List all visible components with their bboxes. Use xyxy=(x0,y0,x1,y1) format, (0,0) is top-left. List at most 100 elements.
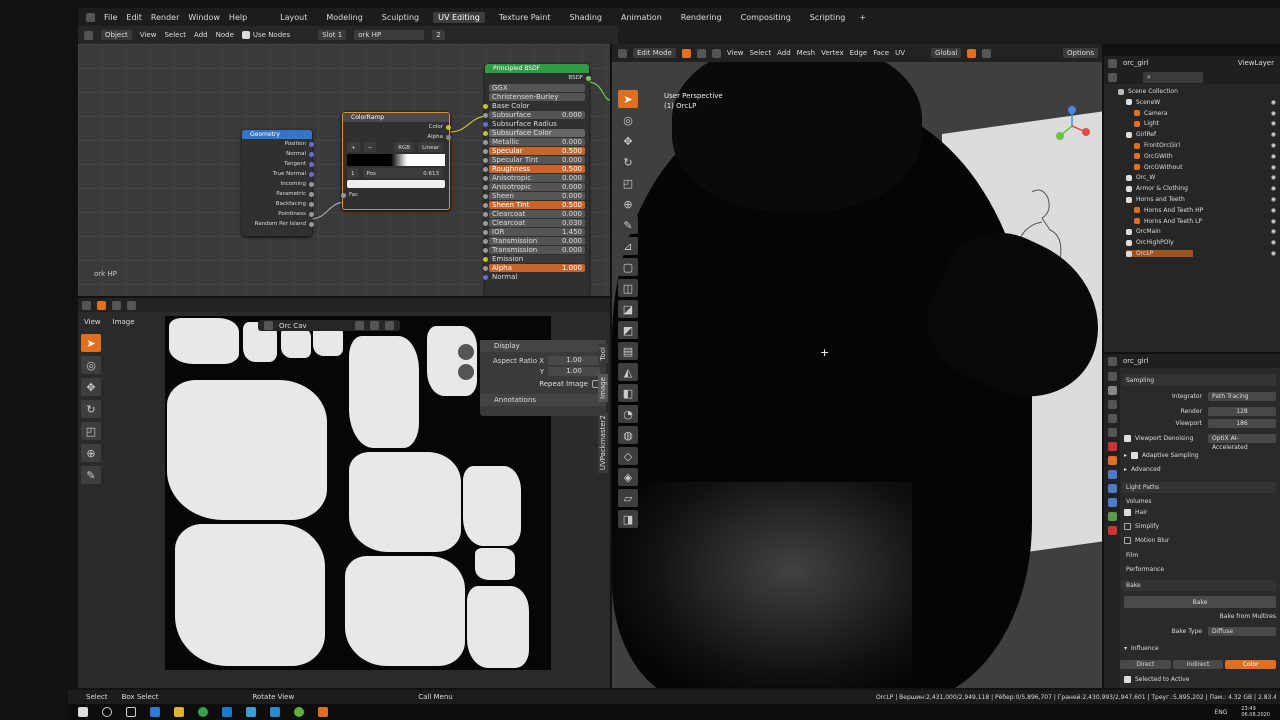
motion-blur-checkbox[interactable] xyxy=(1124,537,1131,544)
colorramp-stop-color[interactable] xyxy=(347,180,445,188)
colorramp-remove-button[interactable]: − xyxy=(363,142,377,152)
bsdf-input-metallic[interactable]: Metallic 0.000 xyxy=(483,138,585,146)
outliner-item[interactable]: Horns And Teeth HP xyxy=(1134,207,1203,214)
aspect-y-field[interactable]: 1.00 xyxy=(548,367,600,376)
input-socket[interactable] xyxy=(483,130,488,136)
tab-uv-editing[interactable]: UV Editing xyxy=(433,11,485,23)
outliner-item[interactable]: OrcGWith xyxy=(1134,153,1173,160)
modifier-tab-icon[interactable] xyxy=(1107,470,1117,479)
shear-tool-icon[interactable]: ▱ xyxy=(618,489,638,507)
messenger-icon[interactable] xyxy=(294,707,304,717)
material-users-count[interactable]: 2 xyxy=(432,30,445,40)
pan-hand-icon[interactable] xyxy=(458,364,474,380)
tab-rendering[interactable]: Rendering xyxy=(676,12,727,23)
input-socket[interactable] xyxy=(483,202,488,208)
viewport-options-dropdown[interactable]: Options xyxy=(1062,48,1098,58)
principled-bsdf-node[interactable]: Principled BSDF BSDF GGX Christensen-Bur… xyxy=(483,64,591,296)
bsdf-sss-method-dropdown[interactable]: Christensen-Burley xyxy=(489,93,585,101)
outliner-item[interactable]: FrontOrcGirl xyxy=(1134,142,1180,149)
image-editor-type-icon[interactable] xyxy=(82,300,91,310)
input-socket[interactable] xyxy=(483,211,488,217)
visibility-eye-icon[interactable]: ◉ xyxy=(1271,174,1276,181)
denoising-dropdown[interactable]: OptiX AI-Accelerated xyxy=(1208,434,1276,451)
input-socket[interactable] xyxy=(483,247,488,253)
use-nodes-checkbox[interactable]: Use Nodes xyxy=(241,31,290,39)
face-select-icon[interactable] xyxy=(711,48,721,58)
viewport-menu-vertex[interactable]: Vertex xyxy=(821,49,844,57)
annotations-panel-title[interactable]: Annotations xyxy=(480,394,606,406)
scale-tool-icon[interactable]: ◰ xyxy=(81,422,101,440)
tab-layout[interactable]: Layout xyxy=(275,12,312,23)
output-socket[interactable] xyxy=(309,191,314,197)
outliner-item[interactable]: OrcGWithout xyxy=(1134,164,1182,171)
input-socket[interactable] xyxy=(483,121,488,127)
sampling-section-header[interactable]: Sampling xyxy=(1122,374,1276,386)
colorramp-mode-dropdown[interactable]: RGB xyxy=(394,142,415,152)
output-socket[interactable] xyxy=(309,161,314,167)
denoising-checkbox[interactable] xyxy=(1124,435,1131,442)
scene-name[interactable]: orc_girl xyxy=(1123,59,1149,67)
geometry-node[interactable]: Geometry Position Normal Tangent True Norma… xyxy=(242,130,314,236)
particles-tab-icon[interactable] xyxy=(1107,484,1117,493)
uv-image-editor[interactable]: View Image ➤ ◎ ✥ ↻ ◰ ⊕ ✎ Orc Cav Display… xyxy=(78,298,610,688)
viewport-menu-mesh[interactable]: Mesh xyxy=(797,49,815,57)
bsdf-input-clearcoat-roughness[interactable]: Clearcoat Roughness0.030 xyxy=(483,219,585,235)
menu-help[interactable]: Help xyxy=(229,13,247,22)
performance-section[interactable]: Performance xyxy=(1122,566,1276,573)
outliner-item[interactable]: Armor & Clothing xyxy=(1126,185,1188,192)
uv-edge-mode-icon[interactable] xyxy=(127,300,136,310)
visibility-eye-icon[interactable]: ◉ xyxy=(1271,120,1276,127)
viewport-menu-view[interactable]: View xyxy=(727,49,744,57)
outliner-item[interactable]: OrcHighPOly xyxy=(1126,239,1174,246)
select-box-tool-icon[interactable]: ➤ xyxy=(81,334,101,352)
advanced-row[interactable]: ▸ Advanced xyxy=(1124,466,1276,473)
node-menu-add[interactable]: Add xyxy=(194,31,208,39)
slot-dropdown[interactable]: Slot 1 xyxy=(318,30,347,40)
task-view-icon[interactable] xyxy=(126,707,136,717)
input-socket[interactable] xyxy=(483,238,488,244)
transform-tool-icon[interactable]: ⊕ xyxy=(81,444,101,462)
integrator-dropdown[interactable]: Path Tracing xyxy=(1208,392,1276,401)
output-socket[interactable] xyxy=(309,201,314,207)
chrome-browser-icon[interactable] xyxy=(198,707,208,717)
measure-tool-icon[interactable]: ⊿ xyxy=(618,237,638,255)
edge-slide-tool-icon[interactable]: ◇ xyxy=(618,447,638,465)
tab-scripting[interactable]: Scripting xyxy=(805,12,851,23)
image-menu-view[interactable]: View xyxy=(84,318,101,326)
colorramp-gradient[interactable] xyxy=(347,154,445,166)
influence-color-button[interactable]: Color xyxy=(1225,660,1277,669)
3d-viewport[interactable]: User Perspective (1) OrcLP + ➤ ◎ ✥ ↻ ◰ ⊕… xyxy=(612,62,1102,688)
sidebar-tab-uvpackmaster2[interactable]: UVPackmaster2 xyxy=(598,411,608,473)
zoom-icon[interactable] xyxy=(458,344,474,360)
viewport-menu-add[interactable]: Add xyxy=(777,49,791,57)
tab-animation[interactable]: Animation xyxy=(616,12,667,23)
scene-tab-icon[interactable] xyxy=(1107,428,1117,437)
blender-taskbar-icon[interactable] xyxy=(318,707,328,717)
bake-multires-row[interactable]: Bake from Multires xyxy=(1124,613,1276,620)
edge-select-icon[interactable] xyxy=(696,48,706,58)
visibility-eye-icon[interactable]: ◉ xyxy=(1271,110,1276,117)
move-tool-icon[interactable]: ✥ xyxy=(81,378,101,396)
navigation-gizmo[interactable] xyxy=(1052,106,1092,146)
colorramp-index-field[interactable]: 1 xyxy=(347,168,359,178)
tab-sculpting[interactable]: Sculpting xyxy=(377,12,424,23)
knife-tool-icon[interactable]: ◭ xyxy=(618,363,638,381)
input-socket[interactable] xyxy=(483,229,488,235)
bsdf-input-clearcoat[interactable]: Clearcoat 0.000 xyxy=(483,210,585,218)
display-panel-title[interactable]: Display xyxy=(480,340,606,352)
tab-modeling[interactable]: Modeling xyxy=(321,12,367,23)
outliner-item[interactable]: GirlRef xyxy=(1126,131,1156,138)
loop-cut-tool-icon[interactable]: ▤ xyxy=(618,342,638,360)
data-tab-icon[interactable] xyxy=(1107,512,1117,521)
outliner-item[interactable]: Light xyxy=(1134,120,1159,127)
proportional-edit-icon[interactable] xyxy=(982,48,992,58)
input-language[interactable]: ENG xyxy=(1214,709,1227,716)
bsdf-input-normal[interactable]: Normal xyxy=(483,273,585,281)
file-explorer-icon[interactable] xyxy=(174,707,184,717)
viewport-menu-edge[interactable]: Edge xyxy=(850,49,868,57)
influence-direct-button[interactable]: Direct xyxy=(1120,660,1171,669)
simplify-section[interactable]: Simplify xyxy=(1124,523,1276,530)
bsdf-input-anisotropic[interactable]: Anisotropic 0.000 xyxy=(483,174,585,182)
bevel-tool-icon[interactable]: ◩ xyxy=(618,321,638,339)
input-socket[interactable] xyxy=(483,148,488,154)
